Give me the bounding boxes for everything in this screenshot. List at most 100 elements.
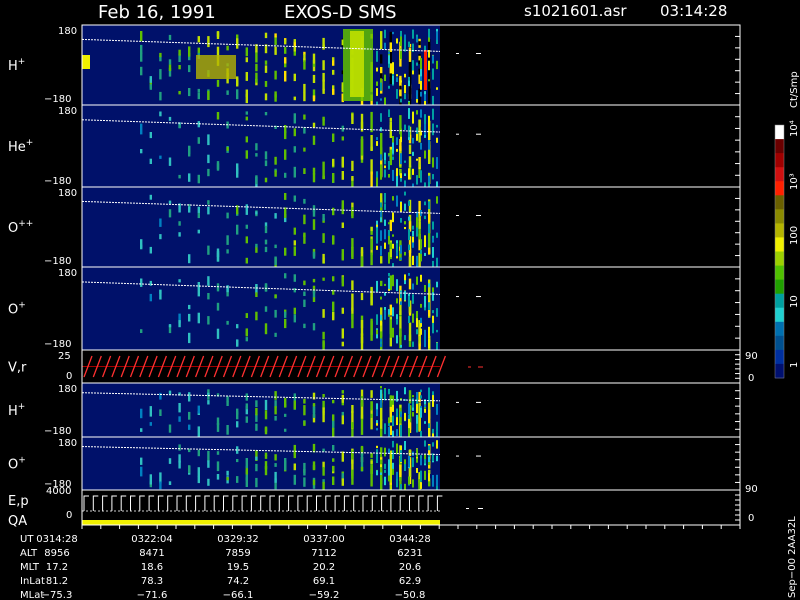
panel-label-sup: +	[18, 456, 26, 466]
spectrogram-stripe	[312, 122, 316, 128]
spectrogram-cell	[412, 168, 414, 175]
spectrogram-stripe	[293, 195, 296, 202]
spectrogram-cell	[376, 314, 378, 325]
spectrogram-stripe	[418, 162, 421, 168]
spectrogram-stripe	[428, 88, 431, 104]
spectrogram-stripe	[322, 233, 325, 243]
spectrogram-cell	[428, 60, 430, 71]
spectrogram-stripe	[399, 328, 402, 338]
spectrogram-cell	[424, 285, 426, 292]
spectrogram-stripe	[312, 74, 316, 83]
spectrogram-stripe	[351, 422, 354, 429]
spectrogram-stripe	[389, 319, 392, 339]
panel-data-bg	[82, 437, 440, 490]
spectrogram-stripe	[245, 337, 248, 342]
spectrogram-cell	[396, 148, 398, 152]
spectrogram-stripe	[341, 415, 344, 425]
spectrogram-stripe	[236, 411, 239, 415]
marker-dash	[476, 133, 481, 135]
colorbar-tick-label: 1	[789, 362, 800, 368]
spectrogram-cell	[384, 29, 386, 39]
spectrogram-stripe	[168, 64, 172, 71]
spectrogram-cell	[420, 58, 422, 69]
spectrogram-cell	[416, 36, 418, 43]
spectrogram-stripe	[207, 245, 210, 255]
spectrogram-cell	[412, 60, 414, 71]
spectrogram-stripe	[264, 410, 268, 420]
spectrogram-stripe	[428, 279, 431, 301]
spectrogram-cell	[376, 329, 378, 335]
spectrogram-cell	[404, 441, 406, 450]
spectrogram-stripe	[293, 463, 296, 471]
spectrogram-stripe	[197, 426, 200, 437]
spectrogram-stripe	[197, 476, 200, 484]
spectrogram-stripe	[245, 393, 248, 401]
panel-4: 25 0 90 0 V,r	[8, 349, 758, 384]
spectrogram-cell	[400, 301, 402, 305]
spectrogram-cell	[400, 413, 402, 418]
spectrogram-cell	[416, 62, 418, 66]
colorbar-segment	[775, 237, 784, 252]
spectrogram-cell	[376, 81, 378, 86]
spectrogram-stripe	[264, 177, 268, 183]
spectrogram-stripe	[341, 390, 344, 394]
spectrogram-cell	[424, 408, 426, 413]
panel-6: 180−180O+	[8, 436, 741, 499]
spectrogram-stripe	[178, 65, 181, 70]
spectrogram-stripe	[332, 158, 335, 167]
table-cell: 0337:00	[303, 534, 345, 545]
spectrogram-cell	[392, 395, 394, 407]
spectrogram-cell	[376, 428, 378, 431]
spectrogram-cell	[424, 470, 426, 480]
y-tick-bottom: −180	[44, 339, 71, 350]
spectrogram-stripe	[341, 276, 344, 287]
spectrogram-cell	[412, 479, 414, 488]
spectrogram-cell	[376, 245, 378, 250]
spectrogram-stripe	[159, 155, 162, 159]
spectrogram-stripe	[351, 450, 354, 460]
spectrogram-stripe	[312, 461, 316, 470]
spectrogram-stripe	[293, 96, 296, 101]
table-cell: 78.3	[141, 576, 163, 587]
spectrogram-cell	[404, 160, 406, 163]
spectrogram-stripe	[322, 277, 325, 281]
spectrogram-stripe	[408, 156, 412, 168]
spectrogram-stripe	[255, 407, 258, 416]
spectrogram-stripe	[293, 393, 296, 398]
spectrogram-cell	[380, 113, 382, 122]
spectrogram-stripe	[332, 207, 335, 216]
spectrogram-stripe	[351, 293, 354, 315]
spectrogram-cell	[400, 218, 402, 223]
spectrogram-stripe	[226, 470, 229, 476]
spectrogram-stripe	[389, 125, 392, 129]
spectrogram-stripe	[322, 253, 325, 264]
spectrogram-stripe	[428, 247, 431, 255]
spectrogram-stripe	[264, 225, 268, 234]
spectrogram-stripe	[322, 448, 325, 452]
spectrogram-cell	[436, 157, 438, 169]
spectrogram-cell	[408, 476, 410, 485]
spectrogram-stripe	[322, 72, 325, 82]
spectrogram-stripe	[159, 392, 162, 400]
spectrogram-stripe	[370, 226, 373, 232]
spectrogram-stripe	[389, 219, 392, 232]
spectrogram-cell	[380, 154, 382, 161]
spectrogram-cell	[376, 420, 378, 424]
spectrogram-stripe	[408, 322, 412, 341]
spectrogram-stripe	[303, 477, 306, 487]
spectrogram-stripe	[303, 147, 306, 152]
spectrogram-stripe	[360, 320, 364, 336]
y-tick-top: 180	[58, 268, 77, 279]
spectrogram-stripe	[207, 90, 210, 100]
spectrogram-cell	[428, 428, 430, 437]
colorbar-tick-label: 10⁴	[789, 120, 800, 137]
spectrogram-cell	[400, 484, 402, 490]
spectrogram-stripe	[284, 39, 287, 45]
spectrogram-cell	[376, 449, 378, 453]
spectrogram-cell	[436, 60, 438, 70]
spectrogram-stripe	[332, 133, 335, 142]
spectrogram-stripe	[418, 41, 421, 46]
spectrogram-stripe	[207, 154, 210, 164]
spectrogram-cell	[392, 212, 394, 223]
spectrogram-stripe	[140, 31, 143, 42]
